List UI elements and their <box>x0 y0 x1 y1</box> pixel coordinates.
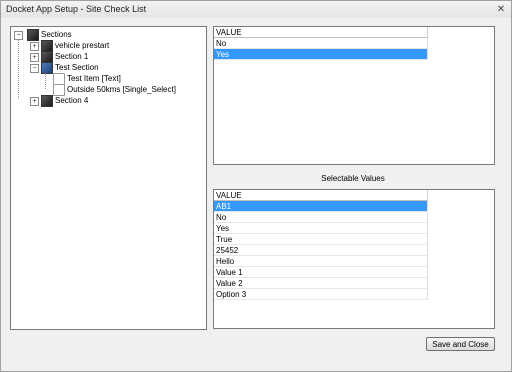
sections-tree[interactable]: − Sections + vehicle prestart + Section … <box>10 26 207 330</box>
table-cell[interactable]: True <box>214 233 428 245</box>
selectable-values-grid[interactable]: VALUE AB1 No Yes True 25452 Hello Value 1 Value… <box>213 189 495 329</box>
tree-item-label: vehicle prestart <box>55 41 110 50</box>
table-row[interactable]: Value 2 <box>214 277 428 289</box>
table-cell[interactable]: AB1 <box>214 200 428 212</box>
table-cell[interactable]: Value 2 <box>214 277 428 289</box>
close-icon[interactable]: ✕ <box>495 4 507 15</box>
tree-item-label: Section 1 <box>55 52 89 61</box>
tree-item-label: Test Item [Text] <box>67 74 121 83</box>
app-window: Docket App Setup - Site Check List ✕ − S… <box>0 0 512 372</box>
column-header-value[interactable]: VALUE <box>214 27 428 38</box>
value-table: VALUE No Yes <box>214 27 428 60</box>
table-row[interactable]: AB1 <box>214 200 428 212</box>
collapse-icon[interactable]: − <box>30 64 39 73</box>
table-row[interactable]: No <box>214 37 428 49</box>
table-row[interactable]: Yes <box>214 48 428 60</box>
table-row[interactable]: Option 3 <box>214 288 428 300</box>
table-cell[interactable]: Hello <box>214 255 428 267</box>
column-header-value[interactable]: VALUE <box>214 190 428 201</box>
tree-connector <box>45 73 46 89</box>
value-grid[interactable]: VALUE No Yes <box>213 26 495 165</box>
expand-icon[interactable]: + <box>30 97 39 106</box>
selectable-values-label: Selectable Values <box>321 174 385 183</box>
save-and-close-button[interactable]: Save and Close <box>426 337 495 351</box>
tree-connector <box>18 39 19 99</box>
table-cell[interactable]: No <box>214 211 428 223</box>
table-row[interactable]: No <box>214 211 428 223</box>
section-icon <box>41 95 53 107</box>
table-row[interactable]: Value 1 <box>214 266 428 278</box>
table-row[interactable]: Hello <box>214 255 428 267</box>
table-row[interactable]: True <box>214 233 428 245</box>
table-cell[interactable]: No <box>214 37 428 49</box>
tree-item-label: Section 4 <box>55 96 89 105</box>
expand-icon[interactable]: + <box>30 53 39 62</box>
window-title: Docket App Setup - Site Check List <box>6 4 147 14</box>
folder-icon <box>27 29 39 41</box>
table-row[interactable]: 25452 <box>214 244 428 256</box>
tree-item-label: Test Section <box>55 63 99 72</box>
expand-icon[interactable]: + <box>30 42 39 51</box>
tree-root-label: Sections <box>41 30 72 39</box>
title-bar: Docket App Setup - Site Check List ✕ <box>1 1 511 18</box>
table-cell[interactable]: 25452 <box>214 244 428 256</box>
table-cell[interactable]: Option 3 <box>214 288 428 300</box>
table-cell[interactable]: Value 1 <box>214 266 428 278</box>
selectable-values-table: VALUE AB1 No Yes True 25452 Hello Value 1 Value… <box>214 190 428 300</box>
table-cell[interactable]: Yes <box>214 222 428 234</box>
table-cell[interactable]: Yes <box>214 48 428 60</box>
table-row[interactable]: Yes <box>214 222 428 234</box>
tree-item-label: Outside 50kms [Single_Select] <box>67 85 176 94</box>
section-icon <box>41 62 53 74</box>
